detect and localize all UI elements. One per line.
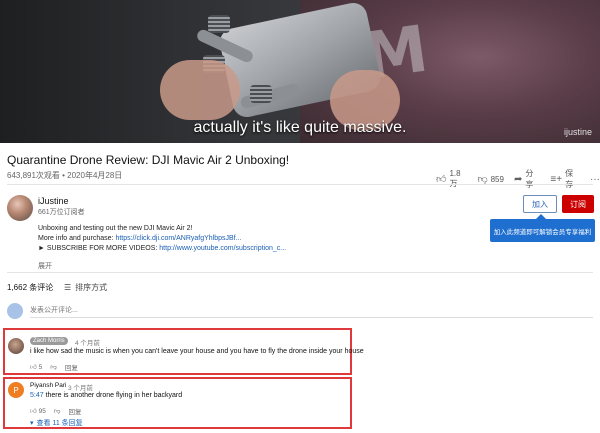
comment-actions: 👍︎ 95 👎︎ 回复 bbox=[30, 406, 81, 416]
view-replies-button[interactable]: ▾ 查看 11 条回复 bbox=[30, 418, 83, 428]
comment-like-button[interactable]: 👍︎ 95 bbox=[30, 407, 46, 415]
comment-like-count: 95 bbox=[38, 408, 46, 415]
comment-text: 5:47 there is another drone flying in he… bbox=[30, 392, 182, 399]
video-frame-hand bbox=[160, 60, 240, 120]
purchase-link[interactable]: https://click.dji.com/ANRyafgYhlbpsJBf..… bbox=[115, 235, 241, 242]
description-text: More info and purchase: bbox=[38, 235, 116, 242]
thumbs-down-icon: 👎︎ bbox=[50, 364, 57, 371]
divider bbox=[7, 272, 593, 273]
video-actions: 👍︎ 1.8万 👎︎ 859 ➦ 分享 ≡+ 保存 ··· bbox=[436, 168, 600, 190]
description-line: Unboxing and testing out the new DJI Mav… bbox=[38, 225, 193, 232]
video-frame-drone-motor bbox=[208, 15, 230, 33]
thumbs-up-icon: 👍︎ bbox=[30, 364, 37, 371]
subscribe-button[interactable]: 订阅 bbox=[562, 195, 594, 213]
join-tooltip: 加入此频道即可解锁会员专享福利 bbox=[490, 214, 595, 242]
video-subtitle: actually it's like quite massive. bbox=[193, 119, 407, 136]
comment-text: i like how sad the music is when you can… bbox=[30, 348, 364, 355]
more-actions-button[interactable]: ··· bbox=[590, 174, 600, 185]
video-frame-drone-motor bbox=[250, 85, 272, 103]
comment-input-underline bbox=[30, 317, 593, 318]
share-icon: ➦ bbox=[513, 173, 523, 185]
comment-author[interactable]: Piyansh Pari bbox=[30, 382, 67, 389]
comment-time[interactable]: 4 个月前 bbox=[75, 337, 100, 347]
comment-avatar[interactable] bbox=[8, 338, 24, 354]
channel-name[interactable]: iJustine bbox=[38, 196, 69, 206]
dislike-count: 859 bbox=[490, 174, 504, 184]
video-player[interactable]: iM actually it's like quite massive. iju… bbox=[0, 0, 600, 143]
thumbs-down-icon: 👎︎ bbox=[53, 408, 61, 415]
comment-time[interactable]: 3 个月前 bbox=[68, 382, 93, 392]
comment-actions: 👍︎ 5 👎︎ 回复 bbox=[30, 362, 78, 372]
chevron-down-icon: ▾ bbox=[30, 420, 34, 427]
video-title: Quarantine Drone Review: DJI Mavic Air 2… bbox=[7, 153, 290, 167]
comment-timestamp-link[interactable]: 5:47 bbox=[30, 392, 44, 399]
more-horizontal-icon: ··· bbox=[590, 173, 600, 185]
save-button[interactable]: ≡+ 保存 bbox=[550, 168, 580, 190]
reply-button[interactable]: 回复 bbox=[68, 406, 81, 416]
divider bbox=[7, 184, 593, 185]
thumbs-up-icon: 👍︎ bbox=[30, 408, 37, 415]
share-button[interactable]: ➦ 分享 bbox=[514, 168, 540, 190]
sort-label: 排序方式 bbox=[75, 283, 108, 292]
share-label: 分享 bbox=[525, 169, 534, 189]
subscribe-link[interactable]: http://www.youtube.com/subscription_c... bbox=[159, 245, 286, 252]
comment-dislike-button[interactable]: 👎︎ bbox=[50, 363, 57, 371]
user-avatar bbox=[7, 303, 23, 319]
video-watermark: ijustine bbox=[563, 127, 592, 137]
show-more-button[interactable]: 展开 bbox=[38, 261, 52, 271]
reply-button[interactable]: 回复 bbox=[65, 362, 78, 372]
comment-count: 1,662 条评论 bbox=[7, 283, 54, 292]
comment-like-count: 5 bbox=[38, 364, 43, 371]
like-button[interactable]: 👍︎ 1.8万 bbox=[436, 169, 467, 189]
comment-text-body: there is another drone flying in her bac… bbox=[43, 392, 183, 399]
like-count: 1.8万 bbox=[449, 169, 461, 188]
video-view-count: 643,891次观看 • 2020年4月28日 bbox=[7, 171, 123, 180]
subscriber-count: 661万位订阅者 bbox=[38, 209, 85, 216]
description-line: ► SUBSCRIBE FOR MORE VIDEOS: http://www.… bbox=[38, 244, 286, 254]
playlist-add-icon: ≡+ bbox=[550, 173, 563, 185]
channel-avatar[interactable] bbox=[7, 195, 33, 221]
description-line: More info and purchase: https://click.dj… bbox=[38, 234, 286, 244]
comment-author[interactable]: Zach Morris bbox=[30, 337, 68, 345]
video-description: Unboxing and testing out the new DJI Mav… bbox=[38, 224, 286, 254]
comment-avatar[interactable]: P bbox=[8, 382, 24, 398]
join-button[interactable]: 加入 bbox=[523, 195, 557, 213]
description-text: ► SUBSCRIBE FOR MORE VIDEOS: bbox=[38, 245, 160, 252]
comment-input[interactable]: 发表公开评论... bbox=[30, 305, 78, 315]
view-replies-label: 查看 11 条回复 bbox=[36, 420, 83, 427]
sort-icon: ☰ bbox=[64, 283, 72, 292]
comment-like-button[interactable]: 👍︎ 5 bbox=[30, 363, 42, 371]
comment-dislike-button[interactable]: 👎︎ bbox=[54, 407, 61, 415]
save-label: 保存 bbox=[565, 169, 574, 189]
sort-button[interactable]: ☰ 排序方式 bbox=[64, 282, 107, 293]
